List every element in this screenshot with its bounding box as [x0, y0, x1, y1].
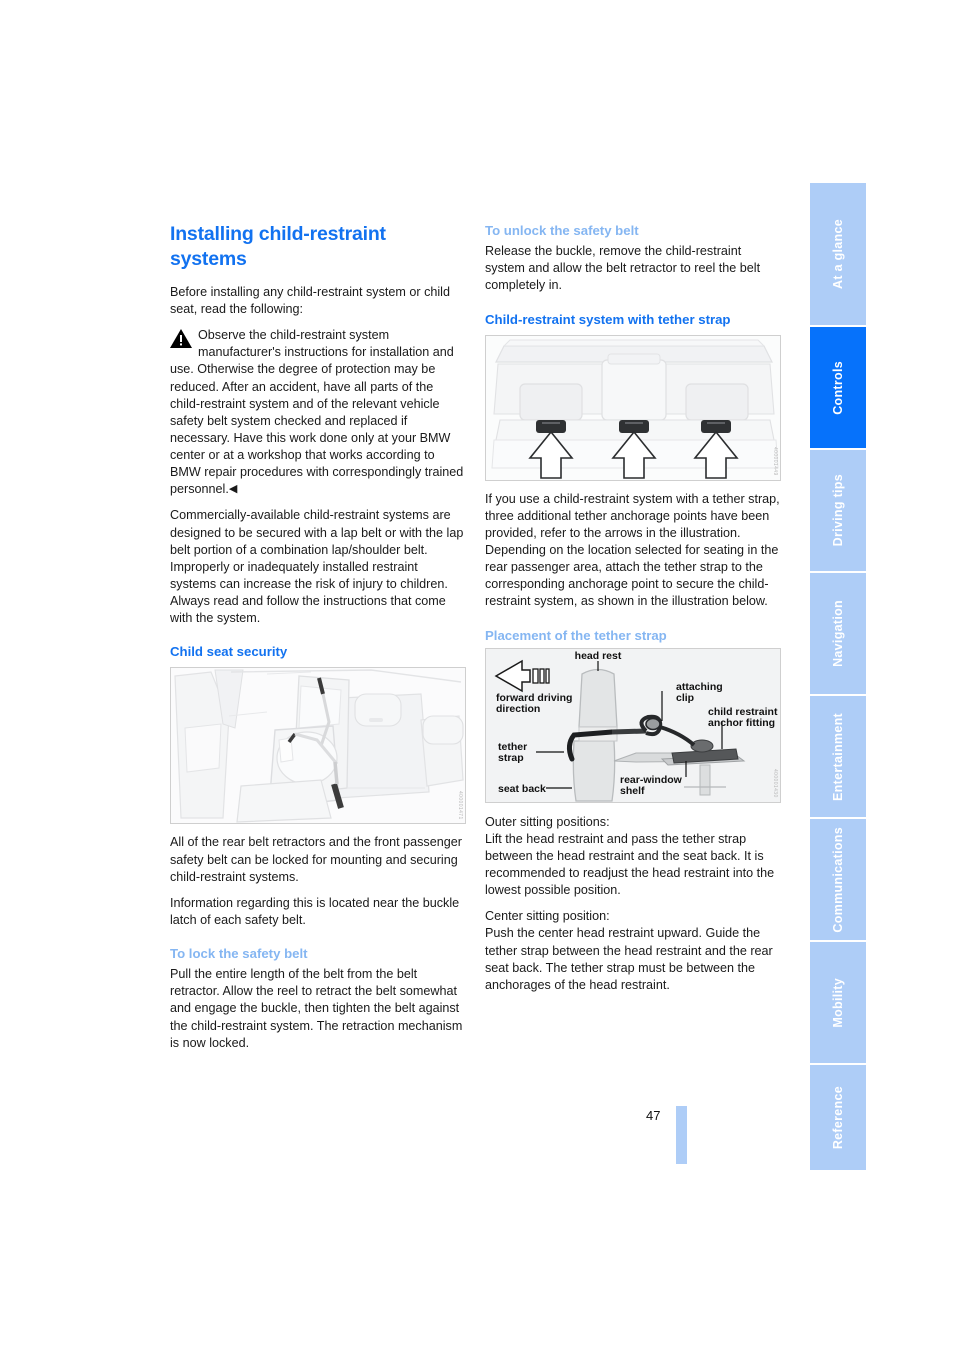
label-head-rest: head rest — [575, 650, 622, 662]
tab-label: Communications — [830, 826, 845, 933]
svg-text:shelf: shelf — [620, 785, 645, 797]
buckle-info-paragraph: Information regarding this is located ne… — [170, 895, 460, 927]
section-tab-rail: At a glance Controls Driving tips Naviga… — [810, 183, 866, 1170]
heading-to-unlock-safety-belt: To unlock the safety belt — [485, 223, 639, 238]
tab-label: Navigation — [830, 600, 845, 667]
tab-mobility[interactable]: Mobility — [810, 942, 866, 1063]
tab-label: Reference — [830, 1085, 845, 1150]
anchorage-points-illustration — [486, 335, 780, 480]
svg-text:clip: clip — [676, 692, 694, 704]
svg-text:strap: strap — [498, 752, 524, 764]
svg-text:anchor fitting: anchor fitting — [708, 717, 775, 729]
warning-paragraph: Observe the child-restraint system manuf… — [170, 327, 466, 498]
svg-text:direction: direction — [496, 703, 540, 715]
outer-positions-label: Outer sitting positions: — [485, 814, 610, 829]
heading-tether-strap-system: Child-restraint system with tether strap — [485, 311, 731, 327]
figure-tether-strap-placement: head rest attaching clip child restraint… — [485, 647, 781, 803]
heading-placement-tether-strap: Placement of the tether strap — [485, 627, 667, 643]
figure-code: 400001430 — [772, 769, 778, 798]
warning-text: Observe the child-restraint system manuf… — [170, 328, 464, 497]
tether-anchorage-paragraph: If you use a child-restraint system with… — [485, 491, 780, 609]
label-seat-back: seat back — [498, 783, 546, 795]
warning-triangle-icon — [170, 329, 192, 349]
left-column: Installing child-restraint systems Befor… — [170, 222, 466, 1061]
page-edge-marker — [676, 1106, 687, 1164]
page-title: Installing child-restraint systems — [170, 223, 386, 270]
car-interior-illustration — [171, 668, 465, 824]
tab-at-a-glance[interactable]: At a glance — [810, 183, 866, 325]
tab-label: At a glance — [830, 219, 845, 289]
tab-label: Controls — [830, 360, 845, 415]
page-number: 47 — [646, 1108, 661, 1123]
figure-tether-anchorage-points: 400001449 — [485, 334, 781, 481]
heading-to-lock-safety-belt: To lock the safety belt — [170, 946, 308, 962]
commercial-systems-paragraph: Commercially-available child-restraint s… — [170, 508, 464, 626]
tab-controls[interactable]: Controls — [810, 327, 866, 448]
tab-reference[interactable]: Reference — [810, 1065, 866, 1170]
heading-child-seat-security: Child seat security — [170, 644, 288, 660]
lock-belt-paragraph: Pull the entire length of the belt from … — [170, 967, 463, 1050]
retractors-paragraph: All of the rear belt retractors and the … — [170, 835, 462, 884]
tab-entertainment[interactable]: Entertainment — [810, 696, 866, 817]
tab-communications[interactable]: Communications — [810, 819, 866, 940]
tab-label: Driving tips — [830, 474, 845, 547]
tab-label: Entertainment — [830, 712, 845, 801]
tab-label: Mobility — [830, 977, 845, 1028]
warning-end-marker: ◀ — [228, 483, 238, 496]
manual-page: At a glance Controls Driving tips Naviga… — [0, 0, 954, 1351]
figure-code: 400001449 — [772, 447, 778, 476]
outer-positions-text: Lift the head restraint and pass the tet… — [485, 831, 775, 898]
figure-code: 400001471 — [457, 790, 463, 820]
unlock-belt-paragraph: Release the buckle, remove the child-res… — [485, 244, 761, 293]
right-column: To unlock the safety belt Release the bu… — [485, 222, 781, 1003]
tab-navigation[interactable]: Navigation — [810, 573, 866, 694]
center-position-label: Center sitting position: — [485, 909, 610, 924]
intro-paragraph: Before installing any child-restraint sy… — [170, 284, 450, 317]
tether-placement-illustration: head rest attaching clip child restraint… — [486, 648, 780, 802]
figure-car-interior-child-seat: 400001471 — [170, 667, 466, 825]
center-position-text: Push the center head restraint upward. G… — [485, 926, 773, 992]
tab-driving-tips[interactable]: Driving tips — [810, 450, 866, 571]
